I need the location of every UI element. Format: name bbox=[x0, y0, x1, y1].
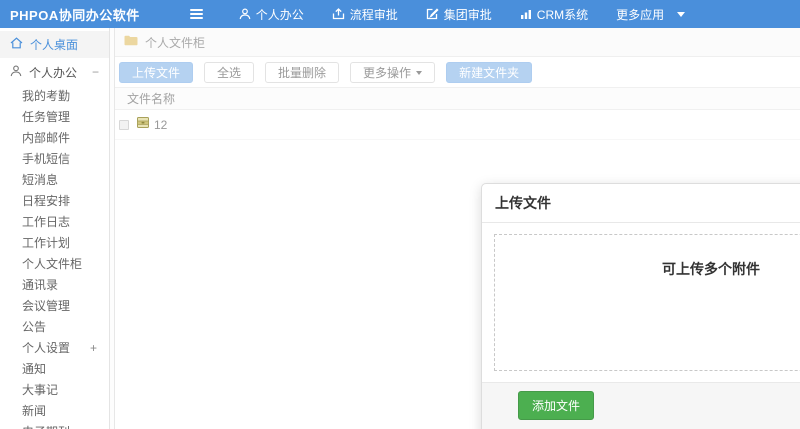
folder-icon bbox=[124, 35, 138, 49]
modal-title: 上传文件 bbox=[495, 195, 551, 211]
sidebar-item-label: 大事记 bbox=[22, 383, 59, 397]
row-checkbox[interactable] bbox=[119, 119, 129, 130]
sidebar-item-short-message[interactable]: 短消息 bbox=[0, 170, 109, 191]
sidebar-item-personal-settings[interactable]: 个人设置 + bbox=[0, 338, 109, 359]
sidebar-item-label: 工作计划 bbox=[22, 236, 71, 250]
sidebar-item-task-management[interactable]: 任务管理 bbox=[0, 107, 109, 128]
sidebar-item-mobile-sms[interactable]: 手机短信 bbox=[0, 149, 109, 170]
sidebar-item-label: 通讯录 bbox=[22, 278, 59, 292]
sidebar-item-personal-file-cabinet[interactable]: 个人文件柜 bbox=[0, 254, 109, 275]
column-header-file-name: 文件名称 bbox=[127, 92, 176, 106]
nav-item-crm-system[interactable]: CRM系统 bbox=[506, 0, 602, 28]
select-all-button[interactable]: 全选 bbox=[204, 62, 255, 83]
button-label: 添加文件 bbox=[532, 399, 581, 413]
sidebar-item-label: 个人文件柜 bbox=[22, 257, 83, 271]
button-label: 更多操作 bbox=[363, 65, 412, 80]
sidebar-group-personal-office[interactable]: 个人办公 − bbox=[0, 58, 109, 86]
file-name: 12 bbox=[154, 117, 168, 132]
upload-file-button[interactable]: 上传文件 bbox=[119, 62, 194, 83]
sidebar-item-label: 工作日志 bbox=[22, 215, 71, 229]
menu-toggle-icon[interactable] bbox=[186, 5, 207, 23]
sidebar-item-label: 我的考勤 bbox=[22, 89, 71, 103]
nav-item-label: CRM系统 bbox=[536, 7, 589, 22]
app-window: PHPOA协同办公软件 个人办公 流程审批 集团审批 CRM系统 更多应用 个人… bbox=[0, 0, 800, 429]
batch-delete-button[interactable]: 批量删除 bbox=[265, 62, 340, 83]
more-actions-dropdown-button[interactable]: 更多操作 bbox=[350, 62, 436, 83]
sidebar-item-work-plan[interactable]: 工作计划 bbox=[0, 233, 109, 254]
nav-item-label: 更多应用 bbox=[616, 7, 665, 22]
bar-chart-icon bbox=[520, 8, 532, 20]
sidebar: 个人桌面 个人办公 − 我的考勤 任务管理 内部邮件 手机短信 短消息 日程安排… bbox=[0, 28, 110, 429]
sidebar-item-label: 任务管理 bbox=[22, 110, 71, 124]
workflow-icon bbox=[332, 8, 345, 20]
dropzone-hint-text: 可上传多个附件 bbox=[662, 261, 760, 277]
sidebar-item-label: 个人桌面 bbox=[30, 38, 79, 52]
file-dropzone[interactable]: 可上传多个附件 bbox=[494, 234, 800, 371]
sidebar-item-announcement[interactable]: 公告 bbox=[0, 317, 109, 338]
sidebar-item-internal-mail[interactable]: 内部邮件 bbox=[0, 128, 109, 149]
sidebar-item-work-log[interactable]: 工作日志 bbox=[0, 212, 109, 233]
sidebar-item-label: 内部邮件 bbox=[22, 131, 71, 145]
sidebar-item-news[interactable]: 新闻 bbox=[0, 401, 109, 422]
sidebar-item-label: 短消息 bbox=[22, 173, 59, 187]
file-table-row[interactable]: 12 bbox=[115, 110, 800, 140]
toolbar: 上传文件 全选 批量删除 更多操作 新建文件夹 bbox=[115, 57, 800, 87]
new-folder-button[interactable]: 新建文件夹 bbox=[446, 62, 533, 83]
sidebar-item-label: 手机短信 bbox=[22, 152, 71, 166]
nav-item-personal-office[interactable]: 个人办公 bbox=[225, 0, 318, 28]
sidebar-submenu: 我的考勤 任务管理 内部邮件 手机短信 短消息 日程安排 工作日志 工作计划 个… bbox=[0, 86, 109, 429]
sidebar-item-notification[interactable]: 通知 bbox=[0, 359, 109, 380]
modal-footer: 添加文件 bbox=[482, 382, 800, 429]
caret-down-icon bbox=[416, 70, 423, 75]
file-table-header: 文件名称 bbox=[115, 87, 800, 110]
content-header: 个人文件柜 bbox=[115, 28, 800, 57]
sidebar-item-label: 日程安排 bbox=[22, 194, 71, 208]
modal-body: 可上传多个附件 bbox=[482, 223, 800, 382]
modal-header: 上传文件 bbox=[482, 184, 800, 223]
button-label: 全选 bbox=[217, 65, 242, 80]
sidebar-item-label: 会议管理 bbox=[22, 299, 71, 313]
nav-item-label: 流程审批 bbox=[349, 7, 398, 22]
file-cabinet-icon bbox=[136, 116, 150, 134]
sidebar-item-personal-desktop[interactable]: 个人桌面 bbox=[0, 31, 109, 58]
sidebar-item-e-journal[interactable]: 电子期刊 bbox=[0, 422, 109, 429]
user-icon bbox=[239, 8, 251, 20]
edit-icon bbox=[426, 8, 439, 20]
caret-down-icon bbox=[677, 11, 686, 17]
sidebar-item-label: 公告 bbox=[22, 320, 47, 334]
sidebar-item-label: 新闻 bbox=[22, 404, 47, 418]
home-icon bbox=[10, 37, 23, 52]
button-label: 上传文件 bbox=[132, 65, 181, 80]
upload-file-modal: 上传文件 可上传多个附件 添加文件 bbox=[481, 183, 800, 429]
button-label: 新建文件夹 bbox=[459, 65, 520, 80]
add-file-button[interactable]: 添加文件 bbox=[518, 391, 595, 420]
nav-item-group-approval[interactable]: 集团审批 bbox=[412, 0, 506, 28]
nav-item-workflow-approval[interactable]: 流程审批 bbox=[318, 0, 412, 28]
user-icon bbox=[10, 65, 22, 80]
app-brand: PHPOA协同办公软件 bbox=[10, 7, 140, 23]
navbar-menu: 个人办公 流程审批 集团审批 CRM系统 更多应用 bbox=[225, 0, 699, 28]
expand-plus-indicator[interactable]: + bbox=[90, 338, 97, 359]
breadcrumb: 个人文件柜 bbox=[145, 35, 206, 50]
sidebar-item-label: 通知 bbox=[22, 362, 47, 376]
sidebar-group-label: 个人办公 bbox=[29, 65, 78, 80]
sidebar-item-schedule[interactable]: 日程安排 bbox=[0, 191, 109, 212]
sidebar-item-label: 个人设置 bbox=[22, 341, 71, 355]
sidebar-item-meeting-management[interactable]: 会议管理 bbox=[0, 296, 109, 317]
sidebar-item-label: 电子期刊 bbox=[22, 425, 70, 429]
sidebar-item-major-events[interactable]: 大事记 bbox=[0, 380, 109, 401]
sidebar-item-contacts[interactable]: 通讯录 bbox=[0, 275, 109, 296]
nav-item-more-apps[interactable]: 更多应用 bbox=[602, 0, 699, 28]
collapse-minus-indicator[interactable]: − bbox=[92, 65, 99, 79]
button-label: 批量删除 bbox=[278, 65, 327, 80]
nav-item-label: 个人办公 bbox=[255, 7, 304, 22]
nav-item-label: 集团审批 bbox=[443, 7, 492, 22]
top-navbar: PHPOA协同办公软件 个人办公 流程审批 集团审批 CRM系统 更多应用 bbox=[0, 0, 800, 28]
sidebar-item-my-attendance[interactable]: 我的考勤 bbox=[0, 86, 109, 107]
